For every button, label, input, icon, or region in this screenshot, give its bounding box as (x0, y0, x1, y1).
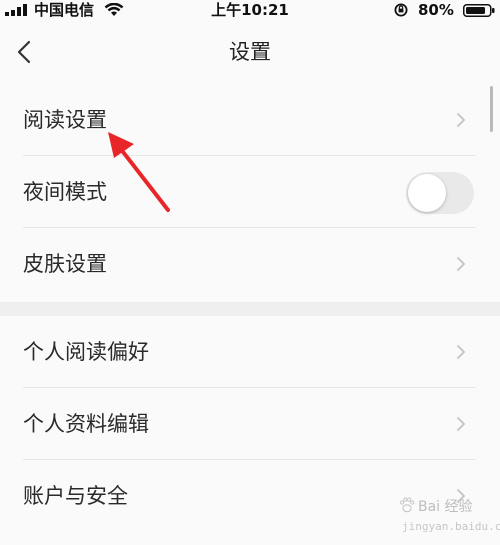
night-mode-toggle[interactable] (406, 172, 474, 214)
settings-row-label: 账户与安全 (23, 484, 128, 508)
settings-row-label: 夜间模式 (23, 180, 107, 204)
watermark-text: Bai 经验 (418, 499, 473, 515)
settings-row-label: 个人资料编辑 (23, 412, 149, 436)
settings-row-skin[interactable]: 皮肤设置 (0, 228, 500, 300)
chevron-right-icon (457, 345, 465, 359)
settings-row-label: 阅读设置 (23, 108, 107, 132)
scrollbar-indicator (490, 86, 493, 132)
settings-row-reading[interactable]: 阅读设置 (0, 84, 500, 156)
battery-icon (463, 4, 495, 17)
settings-row-label: 个人阅读偏好 (23, 340, 149, 364)
battery-percent: 80% (418, 1, 454, 19)
watermark-url: jingyan.baidu.com (402, 520, 500, 533)
status-bar: 中国电信 上午10:21 80% (0, 0, 500, 20)
group-separator (0, 302, 500, 316)
navigation-bar: 设置 (0, 20, 500, 84)
orientation-lock-icon (394, 3, 408, 17)
settings-row-reading-preferences[interactable]: 个人阅读偏好 (0, 316, 500, 388)
paw-logo-icon (399, 497, 415, 513)
watermark: Bai 经验 jingyan.baidu.com (396, 490, 500, 542)
toggle-knob (408, 174, 446, 212)
settings-row-profile-edit[interactable]: 个人资料编辑 (0, 388, 500, 460)
chevron-right-icon (457, 257, 465, 271)
settings-row-night-mode: 夜间模式 (0, 156, 500, 228)
chevron-right-icon (457, 113, 465, 127)
page-title: 设置 (229, 40, 271, 64)
annotation-arrow-icon (108, 132, 170, 212)
settings-row-label: 皮肤设置 (23, 252, 107, 276)
chevron-right-icon (457, 417, 465, 431)
